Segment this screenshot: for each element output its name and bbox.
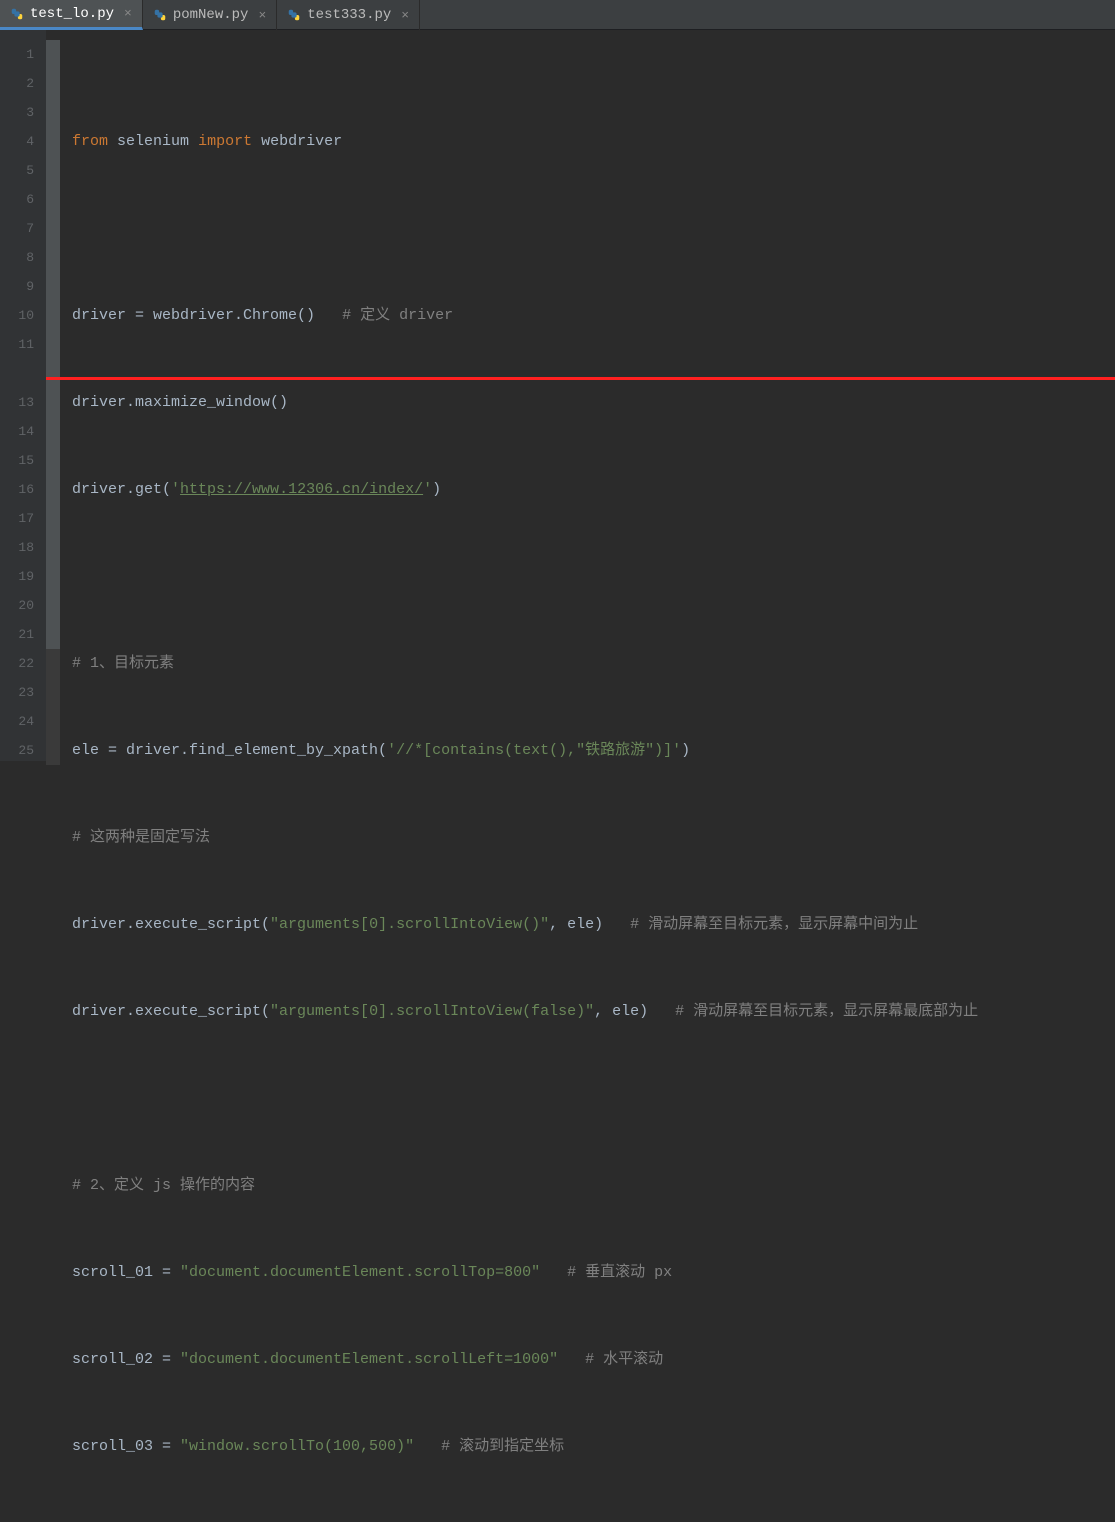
code-text: , ele) <box>549 916 603 933</box>
comment: # 2、定义 js 操作的内容 <box>72 1177 255 1194</box>
identifier: webdriver <box>261 133 342 150</box>
line-number: 2 <box>0 69 34 98</box>
python-file-icon <box>153 8 167 22</box>
code-text: , ele) <box>594 1003 648 1020</box>
line-number: 21 <box>0 620 34 649</box>
line-number: 24 <box>0 707 34 736</box>
line-number: 16 <box>0 475 34 504</box>
line-number: 18 <box>0 533 34 562</box>
close-icon[interactable]: × <box>258 8 266 23</box>
code-editor[interactable]: from selenium import webdriver driver = … <box>46 30 1115 761</box>
string: "arguments[0].scrollIntoView()" <box>270 916 549 933</box>
line-number: 4 <box>0 127 34 156</box>
line-number: 11 <box>0 330 34 359</box>
line-number: 23 <box>0 678 34 707</box>
code-text: driver.get( <box>72 481 171 498</box>
python-file-icon <box>287 8 301 22</box>
string: "window.scrollTo(100,500)" <box>180 1438 414 1455</box>
keyword: from <box>72 133 108 150</box>
code-text: scroll_03 = <box>72 1438 180 1455</box>
line-number: 20 <box>0 591 34 620</box>
line-number: 1 <box>0 40 34 69</box>
string: "arguments[0].scrollIntoView(false)" <box>270 1003 594 1020</box>
url-string: https://www.12306.cn/index/ <box>180 481 423 498</box>
comment: # 1、目标元素 <box>72 655 174 672</box>
string: '//*[contains(text(),"铁路旅游")]' <box>387 742 681 759</box>
tab-test333[interactable]: test333.py × <box>277 0 420 30</box>
comment: # 定义 driver <box>342 307 453 324</box>
python-file-icon <box>10 7 24 21</box>
line-number: 22 <box>0 649 34 678</box>
tab-pomnew[interactable]: pomNew.py × <box>143 0 277 30</box>
string: "document.documentElement.scrollLeft=100… <box>180 1351 558 1368</box>
tab-test-lo[interactable]: test_lo.py × <box>0 0 143 30</box>
code-text: ele = driver.find_element_by_xpath( <box>72 742 387 759</box>
code-text: ) <box>432 481 441 498</box>
line-number: 17 <box>0 504 34 533</box>
line-number: 19 <box>0 562 34 591</box>
close-icon[interactable]: × <box>401 8 409 23</box>
tab-label: pomNew.py <box>173 7 249 23</box>
line-number: 14 <box>0 417 34 446</box>
code-text: driver = webdriver.Chrome() <box>72 307 315 324</box>
identifier: selenium <box>117 133 189 150</box>
line-number: 3 <box>0 98 34 127</box>
string: ' <box>171 481 180 498</box>
code-text: driver.execute_script( <box>72 916 270 933</box>
line-number-gutter: 1 2 3 4 5 6 7 8 9 10 11 13 14 15 16 17 1… <box>0 30 46 761</box>
string: ' <box>423 481 432 498</box>
line-number: 8 <box>0 243 34 272</box>
code-text: scroll_02 = <box>72 1351 180 1368</box>
code-text: driver.maximize_window() <box>72 394 288 411</box>
editor-area: 1 2 3 4 5 6 7 8 9 10 11 13 14 15 16 17 1… <box>0 30 1115 761</box>
close-icon[interactable]: × <box>124 6 132 21</box>
comment: # 滑动屏幕至目标元素，显示屏幕最底部为止 <box>675 1003 978 1020</box>
editor-tabs: test_lo.py × pomNew.py × test333.py × <box>0 0 1115 30</box>
line-number: 13 <box>0 388 34 417</box>
comment: # 这两种是固定写法 <box>72 829 210 846</box>
keyword: import <box>198 133 252 150</box>
line-number: 15 <box>0 446 34 475</box>
comment: # 垂直滚动 px <box>567 1264 672 1281</box>
tab-label: test_lo.py <box>30 6 114 22</box>
line-number: 7 <box>0 214 34 243</box>
line-number: 10 <box>0 301 34 330</box>
comment: # 滑动屏幕至目标元素，显示屏幕中间为止 <box>630 916 918 933</box>
comment: # 水平滚动 <box>585 1351 663 1368</box>
line-number <box>0 359 34 388</box>
code-text: ) <box>681 742 690 759</box>
comment: # 滚动到指定坐标 <box>441 1438 564 1455</box>
line-number: 6 <box>0 185 34 214</box>
code-text: scroll_01 = <box>72 1264 180 1281</box>
breakpoint-line-marker <box>46 377 1115 380</box>
tab-label: test333.py <box>307 7 391 23</box>
line-number: 5 <box>0 156 34 185</box>
string: "document.documentElement.scrollTop=800" <box>180 1264 540 1281</box>
line-number: 9 <box>0 272 34 301</box>
code-text: driver.execute_script( <box>72 1003 270 1020</box>
